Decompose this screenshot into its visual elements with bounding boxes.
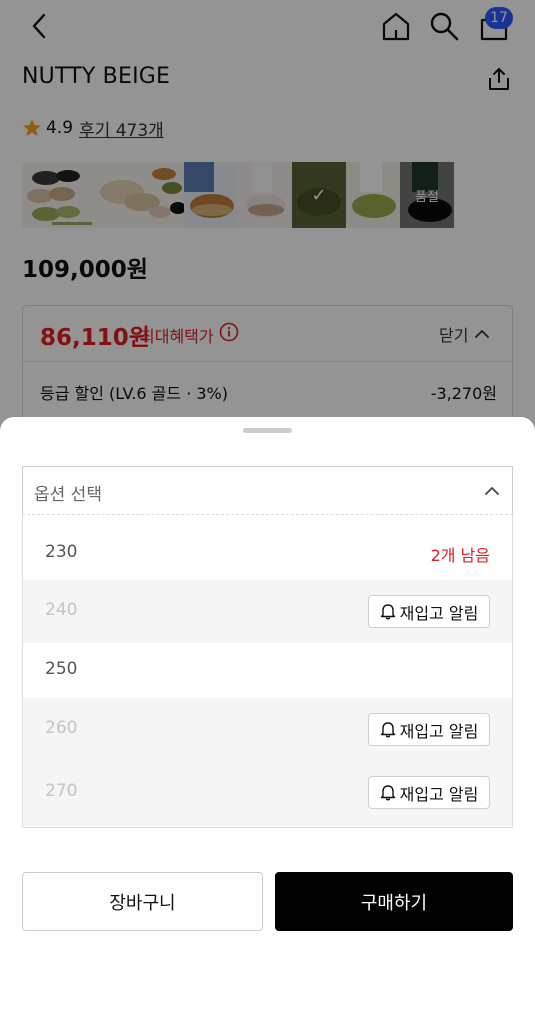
bell-icon [380, 722, 395, 738]
option-row-230[interactable]: 230 2개 남음 [23, 515, 512, 580]
option-size-label: 230 [45, 542, 78, 562]
option-list: 230 2개 남음 240 재입고 알림 250 260 재입고 알림 270 … [22, 515, 513, 828]
option-size-label: 260 [45, 718, 78, 738]
bell-icon [380, 604, 395, 620]
low-stock-note: 2개 남음 [430, 546, 490, 565]
restock-alert-label: 재입고 알림 [399, 603, 479, 623]
add-to-cart-button[interactable]: 장바구니 [22, 872, 263, 931]
option-row-270: 270 재입고 알림 [23, 761, 512, 826]
bell-icon [380, 785, 395, 801]
option-select-label: 옵션 선택 [34, 485, 102, 505]
option-size-label: 240 [45, 600, 78, 620]
restock-alert-button[interactable]: 재입고 알림 [368, 595, 490, 628]
restock-alert-label: 재입고 알림 [399, 784, 479, 804]
chevron-up-icon [485, 487, 499, 495]
option-bottom-sheet: 옵션 선택 230 2개 남음 240 재입고 알림 250 260 재입고 알… [0, 417, 535, 1024]
restock-alert-button[interactable]: 재입고 알림 [368, 713, 490, 746]
option-select-dropdown[interactable]: 옵션 선택 [22, 466, 513, 515]
option-row-250[interactable]: 250 [23, 643, 512, 698]
sheet-grabber-handle[interactable] [243, 428, 292, 433]
restock-alert-button[interactable]: 재입고 알림 [368, 776, 490, 809]
buy-now-button[interactable]: 구매하기 [275, 872, 513, 931]
restock-alert-label: 재입고 알림 [399, 721, 479, 741]
option-size-label: 270 [45, 781, 78, 801]
option-row-240: 240 재입고 알림 [23, 580, 512, 643]
option-size-label: 250 [45, 659, 78, 679]
